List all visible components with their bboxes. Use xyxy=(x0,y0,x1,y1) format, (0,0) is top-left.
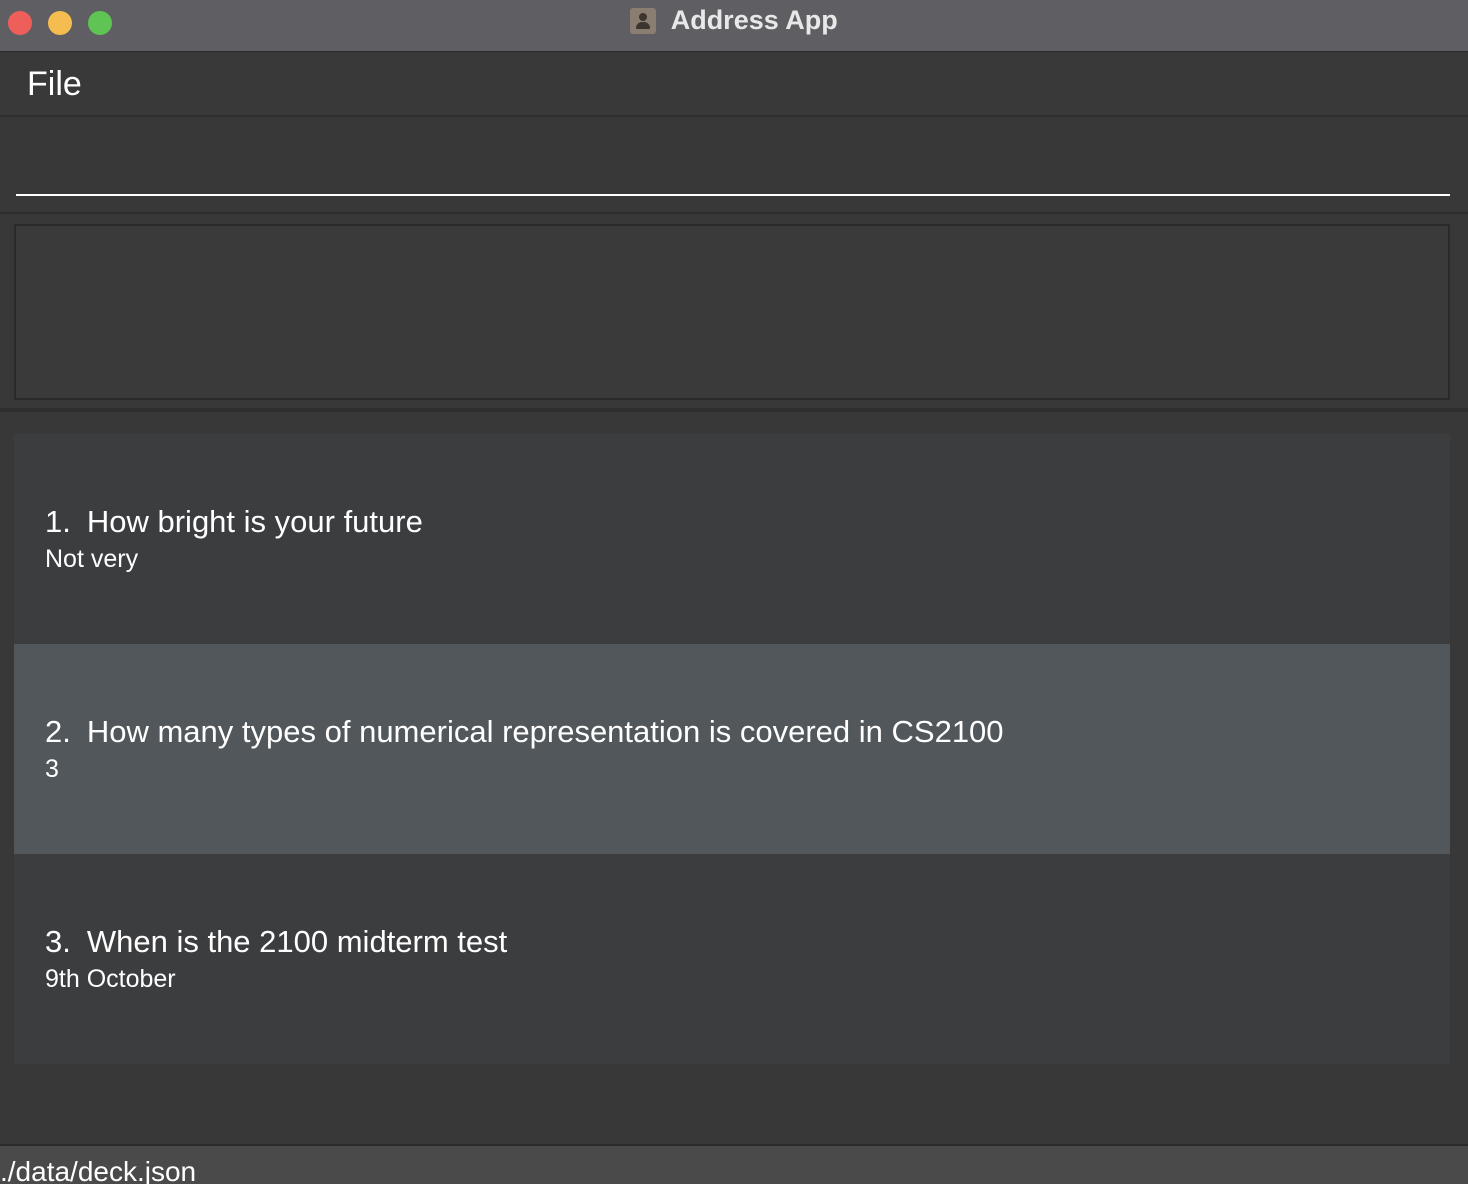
card-question: 2. How many types of numerical representa… xyxy=(45,714,1004,750)
window-title: Address App xyxy=(670,5,838,35)
card-question-text: How many types of numerical representati… xyxy=(86,714,1004,749)
card-answer: 9th October xyxy=(45,965,176,993)
card-question: 1. How bright is your future xyxy=(45,504,423,540)
result-display-panel xyxy=(0,214,1468,412)
title-bar[interactable]: Address App xyxy=(0,0,1468,52)
status-bar: ./data/deck.json xyxy=(0,1144,1468,1184)
card-index: 3. xyxy=(45,924,71,959)
address-book-icon xyxy=(630,7,657,34)
menu-file[interactable]: File xyxy=(27,65,82,104)
card-list[interactable]: 1. How bright is your future Not very 2. H… xyxy=(0,416,1468,1144)
command-box xyxy=(0,118,1468,214)
card-index: 1. xyxy=(45,504,71,539)
result-display[interactable] xyxy=(14,224,1450,400)
card-answer: 3 xyxy=(45,755,59,783)
card-list-item[interactable]: 3. When is the 2100 midterm test 9th Octo… xyxy=(14,854,1450,1064)
app-window: Address App File 1. How bright is your fu… xyxy=(0,0,1468,1184)
card-answer: Not very xyxy=(45,545,139,573)
card-question-text: How bright is your future xyxy=(86,504,423,539)
card-list-item[interactable]: 1. How bright is your future Not very xyxy=(14,434,1450,644)
window-title-group: Address App xyxy=(0,5,1468,40)
command-input[interactable] xyxy=(16,148,1450,196)
card-question-text: When is the 2100 midterm test xyxy=(86,924,508,959)
card-index: 2. xyxy=(45,714,71,749)
card-list-item-selected[interactable]: 2. How many types of numerical representa… xyxy=(14,644,1450,854)
save-location-path: ./data/deck.json xyxy=(0,1156,197,1184)
menu-bar: File xyxy=(0,53,1468,117)
card-question: 3. When is the 2100 midterm test xyxy=(45,924,507,960)
